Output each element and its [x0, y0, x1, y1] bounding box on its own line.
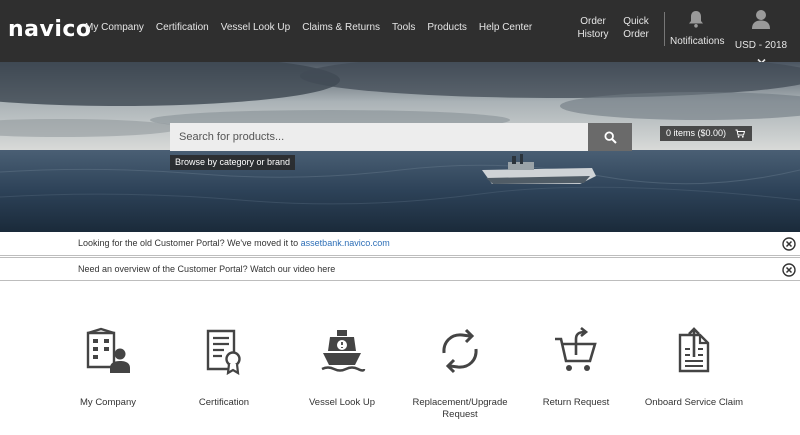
close-icon[interactable] [782, 237, 796, 251]
nav-certification[interactable]: Certification [156, 22, 209, 33]
cart-icon [735, 129, 745, 138]
old-portal-text: Looking for the old Customer Portal? We'… [78, 238, 390, 248]
tile-vessel-look-up-label: Vessel Look Up [308, 397, 375, 408]
refresh-icon [442, 328, 478, 374]
tile-certification-label: Certification [198, 397, 250, 408]
user-icon [752, 10, 770, 29]
tile-onboard-service-claim-label: Onboard Service Claim [644, 397, 744, 408]
overview-video-banner: Need an overview of the Customer Portal?… [0, 257, 800, 281]
tile-certification[interactable]: Certification [164, 283, 284, 433]
vessel-icon [321, 330, 366, 372]
old-portal-message: Looking for the old Customer Portal? We'… [78, 238, 301, 248]
tile-return-request[interactable]: Return Request [516, 283, 636, 433]
top-navigation: navico My Company Certification Vessel L… [0, 0, 800, 65]
search-icon [603, 130, 617, 144]
browse-by-category-link[interactable]: Browse by category or brand [170, 155, 296, 170]
search-button[interactable] [588, 123, 632, 151]
service-document-icon [678, 327, 710, 373]
cart-return-icon [555, 327, 597, 371]
main-nav: My Company Certification Vessel Look Up … [85, 22, 544, 33]
nav-divider [664, 12, 665, 46]
quick-order-link[interactable]: Quick Order [620, 15, 652, 41]
navico-logo[interactable]: navico [8, 17, 92, 42]
nav-help-center[interactable]: Help Center [479, 22, 532, 33]
product-search-input[interactable] [170, 123, 588, 151]
old-portal-banner: Looking for the old Customer Portal? We'… [0, 232, 800, 256]
overview-video-text[interactable]: Need an overview of the Customer Portal?… [78, 264, 335, 274]
nav-tools[interactable]: Tools [392, 22, 415, 33]
tile-return-request-label: Return Request [542, 397, 610, 408]
assetbank-link[interactable]: assetbank.navico.com [301, 238, 390, 248]
cart-button[interactable]: 0 items ($0.00) [660, 126, 752, 141]
order-history-link[interactable]: Order History [575, 15, 611, 41]
certificate-icon [206, 329, 241, 375]
nav-my-company[interactable]: My Company [85, 22, 144, 33]
cart-label: 0 items ($0.00) [666, 128, 727, 138]
bell-icon [689, 11, 703, 28]
currency-label: USD - 2018 [734, 40, 788, 51]
notifications-button[interactable]: Notifications [670, 9, 725, 47]
notifications-label: Notifications [670, 36, 725, 47]
nav-vessel-look-up[interactable]: Vessel Look Up [221, 22, 291, 33]
nav-claims-returns[interactable]: Claims & Returns [302, 22, 380, 33]
tile-my-company-label: My Company [80, 397, 136, 408]
tile-replacement-upgrade-label: Replacement/Upgrade Request [412, 397, 508, 420]
close-icon[interactable] [782, 263, 796, 277]
tile-replacement-upgrade-request[interactable]: Replacement/Upgrade Request [400, 283, 520, 433]
building-user-icon [86, 327, 130, 373]
tile-my-company[interactable]: My Company [48, 283, 168, 433]
quick-action-tiles: My Company Certification Vessel Look Up [0, 283, 800, 435]
tile-vessel-look-up[interactable]: Vessel Look Up [282, 283, 402, 433]
tile-onboard-service-claim[interactable]: Onboard Service Claim [634, 283, 754, 433]
nav-products[interactable]: Products [427, 22, 466, 33]
